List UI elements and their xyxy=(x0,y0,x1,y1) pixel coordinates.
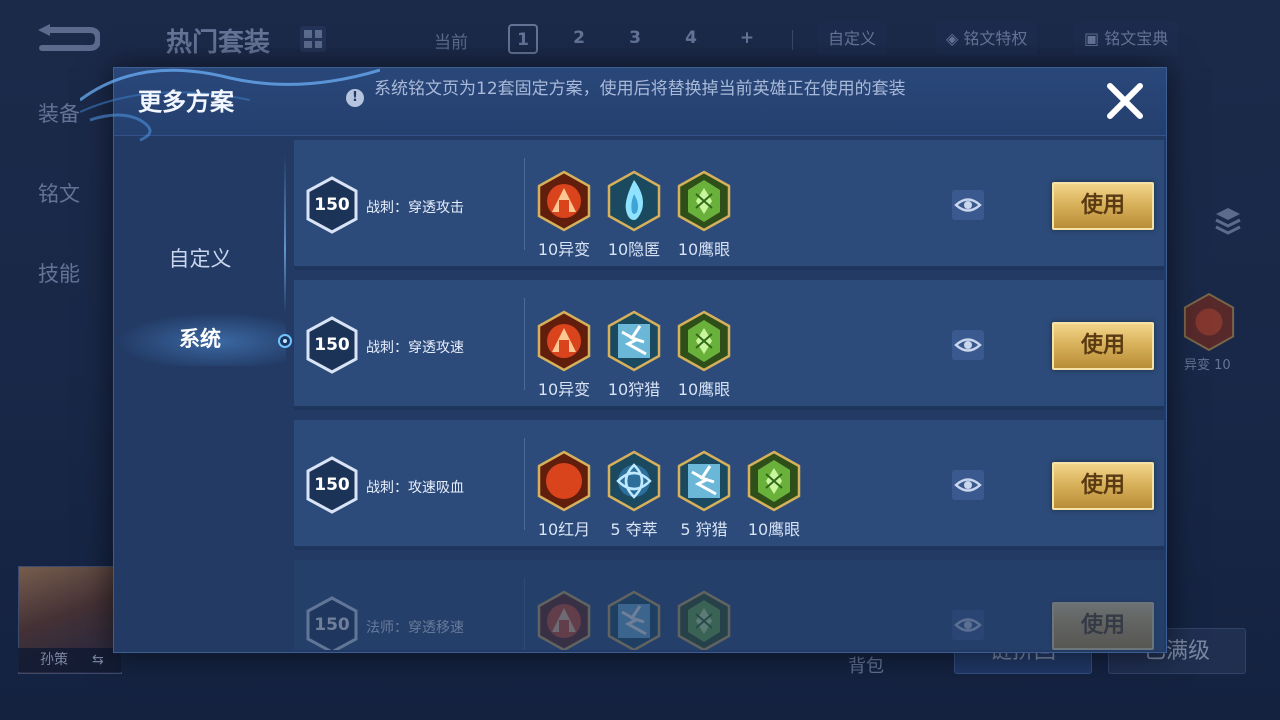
blue-bolt-rune-icon[interactable] xyxy=(606,310,662,372)
row-divider xyxy=(524,578,525,650)
bag-label[interactable]: 背包 xyxy=(848,652,884,678)
row-divider xyxy=(524,158,525,250)
eye-icon[interactable] xyxy=(952,190,984,220)
blue-bolt-rune-icon[interactable] xyxy=(606,590,662,650)
green-gem-rune-icon[interactable] xyxy=(746,450,802,512)
privilege-label: 铭文特权 xyxy=(963,29,1028,48)
privilege-button[interactable]: ◈ 铭文特权 xyxy=(936,22,1038,56)
codex-icon: ▣ xyxy=(1084,29,1105,48)
close-icon[interactable] xyxy=(1102,78,1148,124)
grid-icon[interactable] xyxy=(300,26,326,52)
tab-system[interactable]: 系统 xyxy=(114,312,286,366)
rune-label: 10红月 xyxy=(537,520,591,539)
red-gate-rune-icon xyxy=(1183,292,1235,352)
divider xyxy=(792,30,793,50)
modal-title: 更多方案 xyxy=(138,88,234,116)
blue-bolt-rune-icon[interactable] xyxy=(676,450,732,512)
rune-label: 5 狩猎 xyxy=(680,520,728,539)
preset-row: 150 战刺：穿透攻击 10异变 10隐匿 10鹰眼 使用 xyxy=(294,140,1164,270)
red-moon-rune-icon[interactable] xyxy=(536,450,592,512)
preset-level: 150 xyxy=(314,475,350,495)
eye-icon[interactable] xyxy=(952,330,984,360)
preset-name: 战刺：攻速吸血 xyxy=(366,480,464,496)
preset-name: 法师：穿透移速 xyxy=(366,620,464,636)
rune-label: 5 夺萃 xyxy=(610,520,658,539)
page-tab-2[interactable]: 2 xyxy=(564,24,594,54)
page-tab-3[interactable]: 3 xyxy=(620,24,650,54)
rune-label: 10异变 xyxy=(537,240,591,259)
use-button[interactable]: 使用 xyxy=(1052,462,1154,510)
use-button[interactable]: 使用 xyxy=(1052,182,1154,230)
green-gem-rune-icon[interactable] xyxy=(676,170,732,232)
tab-custom[interactable]: 自定义 xyxy=(114,232,286,286)
preset-row: 150 战刺：穿透攻速 10异变 10狩猎 10鹰眼 使用 xyxy=(294,280,1164,410)
preset-level: 150 xyxy=(314,195,350,215)
rune-label: 10隐匿 xyxy=(607,240,661,259)
custom-button[interactable]: 自定义 xyxy=(818,22,887,56)
use-button[interactable]: 使用 xyxy=(1052,322,1154,370)
preset-level: 150 xyxy=(314,615,350,635)
rune-label: 10狩猎 xyxy=(607,380,661,399)
rune-label: 10鹰眼 xyxy=(677,240,731,259)
eye-icon[interactable] xyxy=(952,470,984,500)
page-tab-4[interactable]: 4 xyxy=(676,24,706,54)
side-tab-skills[interactable]: 技能 xyxy=(38,258,80,288)
notice-text: 系统铭文页为12套固定方案，使用后将替换掉当前英雄正在使用的套装 xyxy=(374,79,906,99)
info-icon: ! xyxy=(346,89,364,107)
green-gem-rune-icon[interactable] xyxy=(676,590,732,650)
privilege-icon: ◈ xyxy=(946,29,964,48)
add-page-button[interactable]: + xyxy=(732,24,762,54)
modal-sidebar: 自定义 系统 xyxy=(114,136,292,654)
preset-list[interactable]: 150 战刺：穿透攻击 10异变 10隐匿 10鹰眼 使用 150 战刺：穿透攻速 … xyxy=(294,140,1164,650)
rune-label: 10鹰眼 xyxy=(747,520,801,539)
back-arrow-icon[interactable] xyxy=(34,22,100,56)
more-presets-modal: 更多方案 ! 系统铭文页为12套固定方案，使用后将替换掉当前英雄正在使用的套装 … xyxy=(80,67,1167,654)
codex-button[interactable]: ▣ 铭文宝典 xyxy=(1074,22,1179,56)
preset-level: 150 xyxy=(314,335,350,355)
swap-icon[interactable]: ⇆ xyxy=(92,652,104,668)
modal-header: 更多方案 ! 系统铭文页为12套固定方案，使用后将替换掉当前英雄正在使用的套装 xyxy=(80,68,1166,142)
page-title: 热门套装 xyxy=(166,28,271,58)
hero-name: 孙策 ⇆ xyxy=(18,648,122,672)
page-tab-1[interactable]: 1 xyxy=(508,24,538,54)
blue-flame-rune-icon[interactable] xyxy=(606,170,662,232)
rune-right-label: 异变 10 xyxy=(1184,358,1231,373)
current-label: 当前 xyxy=(434,33,468,53)
active-tab-indicator xyxy=(278,334,292,348)
eye-icon[interactable] xyxy=(952,610,984,640)
codex-label: 铭文宝典 xyxy=(1104,29,1169,48)
red-gate-rune-icon[interactable] xyxy=(536,590,592,650)
preset-row: 150 战刺：攻速吸血 10红月 5 夺萃 5 狩猎 10鹰眼 使用 xyxy=(294,420,1164,550)
red-gate-rune-icon[interactable] xyxy=(536,170,592,232)
blue-knot-rune-icon[interactable] xyxy=(606,450,662,512)
use-button[interactable]: 使用 xyxy=(1052,602,1154,650)
hero-name-text: 孙策 xyxy=(40,652,68,668)
stack-icon[interactable] xyxy=(1214,206,1242,240)
side-tab-equipment[interactable]: 装备 xyxy=(38,98,80,128)
side-tab-runes[interactable]: 铭文 xyxy=(38,178,80,208)
rune-label: 10鹰眼 xyxy=(677,380,731,399)
row-divider xyxy=(524,438,525,530)
row-divider xyxy=(524,298,525,390)
preset-name: 战刺：穿透攻击 xyxy=(366,200,464,216)
green-gem-rune-icon[interactable] xyxy=(676,310,732,372)
rune-label: 10异变 xyxy=(537,380,591,399)
preset-row: 150 法师：穿透移速 使用 xyxy=(294,560,1164,650)
preset-name: 战刺：穿透攻速 xyxy=(366,340,464,356)
red-gate-rune-icon[interactable] xyxy=(536,310,592,372)
